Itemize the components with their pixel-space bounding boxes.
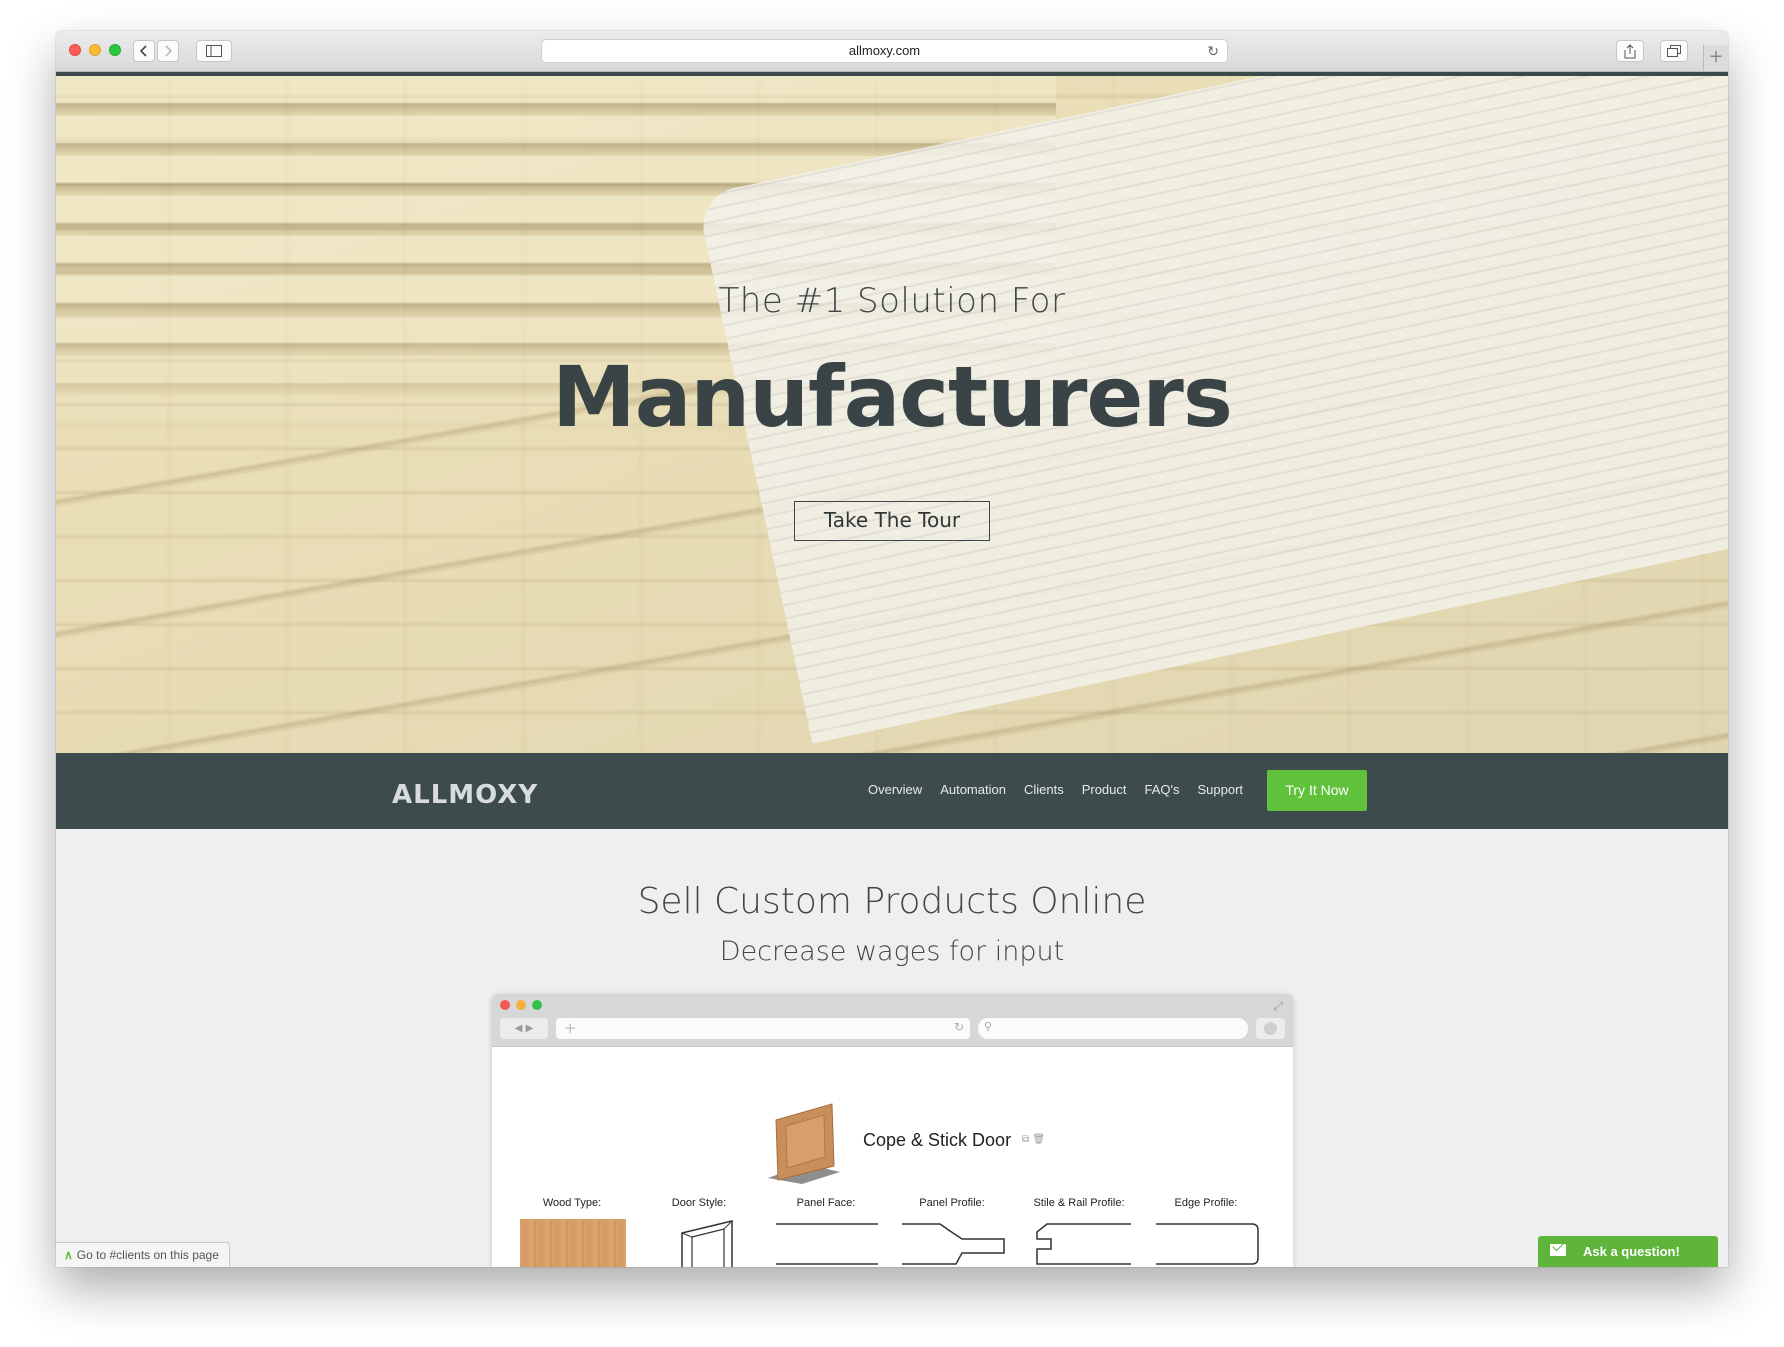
browser-toolbar: allmoxy.com ↻ +: [56, 31, 1728, 72]
new-tab-button[interactable]: +: [1703, 45, 1728, 71]
svg-text:ALLMOXY: ALLMOXY: [392, 780, 538, 810]
copy-delete-icons: ⧉ 🗑: [1022, 1134, 1046, 1145]
option-label-panel-profile: Panel Profile:: [919, 1197, 985, 1209]
panel-face-drawing[interactable]: [774, 1219, 880, 1267]
minimize-window-button[interactable]: [89, 44, 101, 56]
chevron-right-icon: [165, 45, 172, 57]
nav-link-clients[interactable]: Clients: [1024, 782, 1064, 797]
forward-button[interactable]: [157, 40, 179, 62]
nav-link-product[interactable]: Product: [1082, 782, 1127, 797]
expand-icon: ⤢: [1273, 999, 1283, 1013]
hero-section: The #1 Solution For Manufacturers Take T…: [56, 72, 1728, 753]
hero-tagline: The #1 Solution For: [718, 281, 1066, 321]
mock-browser-bar: ⤢ ◀ ▶ + ↻ ⚲: [492, 994, 1293, 1047]
nav-link-support[interactable]: Support: [1198, 782, 1244, 797]
mock-nav-arrows: ◀ ▶: [500, 1018, 548, 1039]
tabs-icon: [1667, 45, 1681, 57]
back-button[interactable]: [133, 40, 155, 62]
take-the-tour-button[interactable]: Take The Tour: [794, 501, 990, 541]
option-label-wood-type: Wood Type:: [542, 1197, 602, 1209]
allmoxy-logo[interactable]: ALLMOXY: [392, 779, 552, 818]
nav-link-faqs[interactable]: FAQ's: [1145, 782, 1180, 797]
zoom-window-button[interactable]: [109, 44, 121, 56]
option-label-door-style: Door Style:: [671, 1197, 727, 1209]
product-title: Cope & Stick Door: [863, 1130, 1012, 1150]
chevron-left-icon: [140, 45, 147, 57]
share-icon: [1624, 43, 1636, 58]
nav-link-automation[interactable]: Automation: [940, 782, 1006, 797]
url-text: allmoxy.com: [848, 43, 921, 58]
address-bar[interactable]: allmoxy.com ↻: [541, 39, 1228, 63]
envelope-icon: [1550, 1244, 1566, 1256]
plus-icon: +: [564, 1019, 577, 1037]
hero-headline: Manufacturers: [552, 348, 1233, 446]
browser-window: allmoxy.com ↻ + The #1 Solution For Manu…: [56, 31, 1728, 1267]
section-title: Sell Custom Products Online: [637, 881, 1147, 922]
panel-profile-drawing[interactable]: [900, 1219, 1006, 1267]
tabs-overview-button[interactable]: [1660, 40, 1688, 62]
configurator-screenshot: ⤢ ◀ ▶ + ↻ ⚲ Cope & Stick Door ⧉ 🗑 Wood T…: [492, 994, 1293, 1267]
edge-profile-drawing[interactable]: [1154, 1219, 1260, 1267]
stile-rail-profile-drawing[interactable]: [1027, 1219, 1133, 1267]
section-subtitle: Decrease wages for input: [719, 936, 1065, 967]
mock-circle-button: [1256, 1018, 1285, 1039]
ask-a-question-label: Ask a question!: [1583, 1244, 1680, 1259]
ask-a-question-button[interactable]: Ask a question!: [1538, 1236, 1718, 1267]
mock-url-field: + ↻: [556, 1018, 970, 1039]
search-icon: ⚲: [984, 1020, 993, 1033]
mock-minimize-dot: [516, 1000, 526, 1010]
link-status-hint: ∧ Go to #clients on this page: [56, 1242, 230, 1267]
mock-close-dot: [500, 1000, 510, 1010]
logo-wordmark: ALLMOXY: [392, 780, 538, 810]
nav-link-overview[interactable]: Overview: [868, 782, 922, 797]
door-style-drawing[interactable]: [678, 1219, 738, 1267]
reload-icon[interactable]: ↻: [1207, 40, 1219, 62]
reload-icon: ↻: [953, 1020, 964, 1034]
sidebar-toggle-button[interactable]: [196, 40, 232, 62]
link-hint-text: Go to #clients on this page: [76, 1248, 219, 1262]
option-label-panel-face: Panel Face:: [796, 1197, 856, 1209]
main-navbar: ALLMOXY Overview Automation Clients Prod…: [56, 753, 1728, 829]
allmoxy-mark-icon: ∧: [64, 1248, 73, 1262]
nav-links: Overview Automation Clients Product FAQ'…: [868, 782, 1261, 797]
share-button[interactable]: [1616, 40, 1644, 62]
close-window-button[interactable]: [69, 44, 81, 56]
wood-type-swatch[interactable]: [520, 1219, 626, 1267]
option-label-stile-rail-profile: Stile & Rail Profile:: [1033, 1197, 1125, 1209]
door-thumbnail: [768, 1103, 840, 1184]
sidebar-icon: [206, 45, 222, 57]
option-label-edge-profile: Edge Profile:: [1174, 1197, 1238, 1209]
mock-zoom-dot: [532, 1000, 542, 1010]
mock-search-field: ⚲: [978, 1018, 1248, 1039]
try-it-now-button[interactable]: Try It Now: [1267, 770, 1367, 811]
